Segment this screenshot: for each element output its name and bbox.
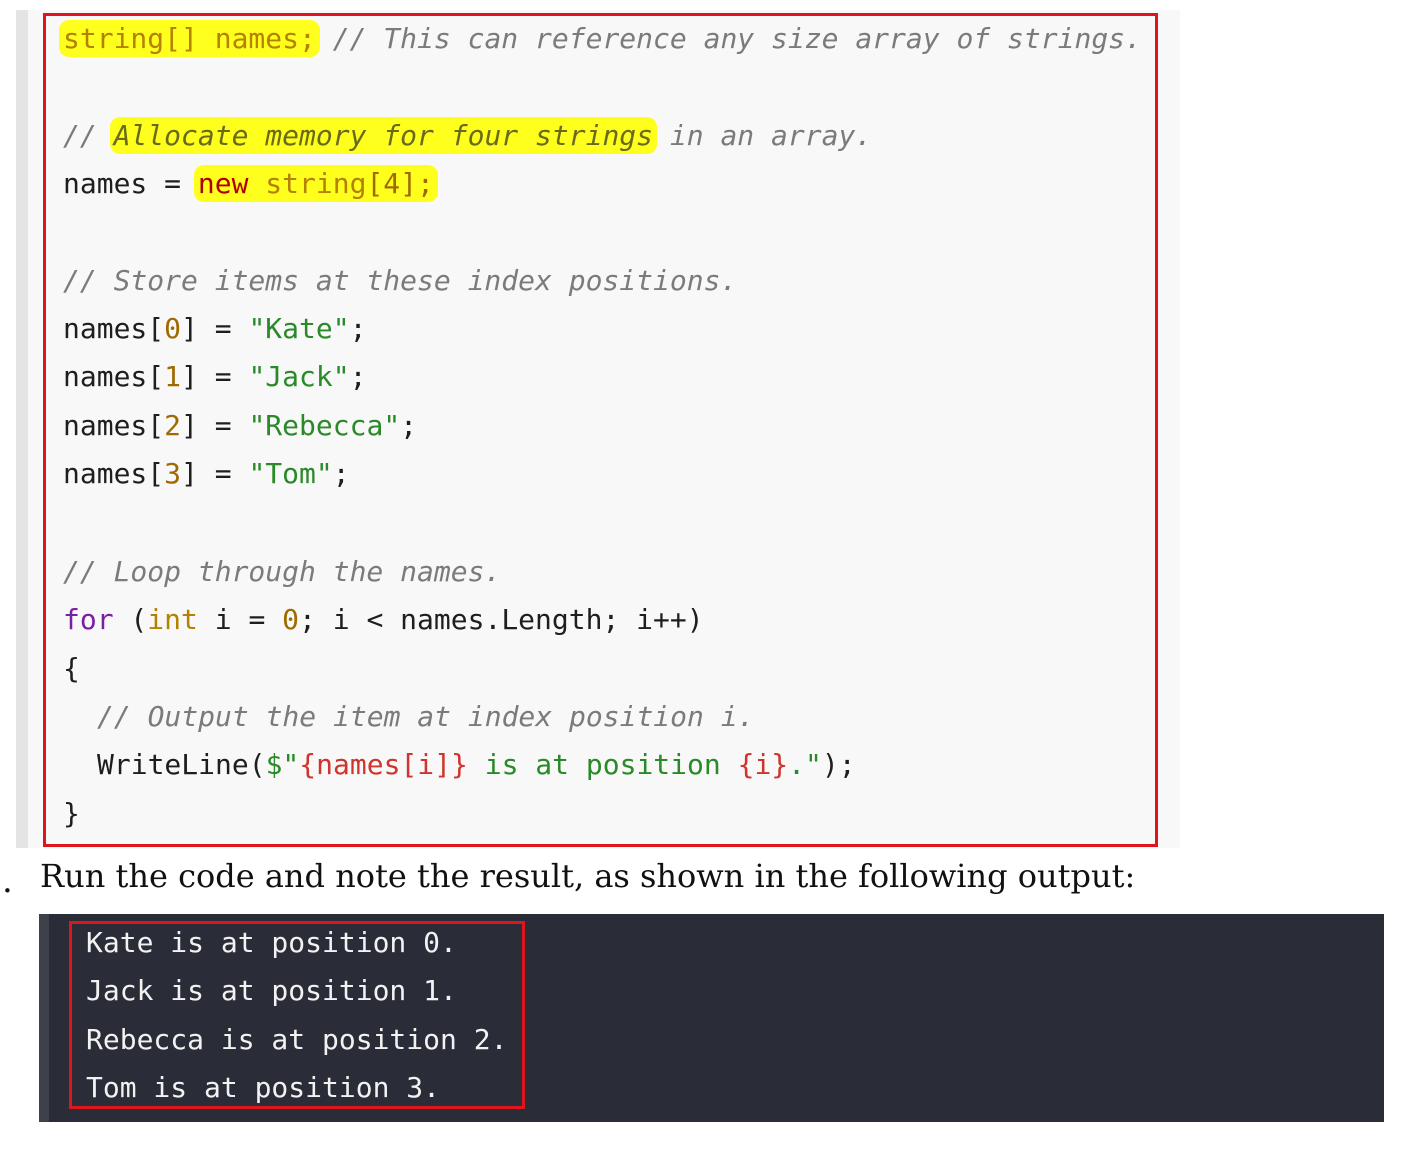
code-line-4: // Store items at these index positions.: [63, 264, 738, 297]
code-line-6: names[1] = "Jack";: [63, 360, 367, 393]
output-line: Rebecca is at position 2.: [86, 1023, 508, 1056]
highlight-declaration: string[] names;: [59, 20, 320, 57]
code-line-14: }: [63, 797, 80, 830]
highlight-allocate-comment: Allocate memory for four strings: [109, 117, 658, 154]
output-line: Jack is at position 1.: [86, 974, 457, 1007]
code-line-9: // Loop through the names.: [63, 555, 502, 588]
output-line: Tom is at position 3.: [86, 1071, 441, 1104]
instruction-text: Run the code and note the result, as sho…: [40, 857, 1136, 895]
highlight-new-array: new string[4];: [193, 165, 438, 202]
code-line-1: string[] names; // This can reference an…: [59, 20, 1142, 57]
code-line-7: names[2] = "Rebecca";: [63, 409, 418, 442]
code-line-8: names[3] = "Tom";: [63, 457, 350, 490]
code-line-3: names = new string[4];: [63, 165, 438, 202]
code-line-10: for (int i = 0; i < names.Length; i++): [63, 603, 704, 636]
code-line-12: // Output the item at index position i.: [97, 700, 755, 733]
code-line-2: // Allocate memory for four strings in a…: [63, 117, 873, 154]
list-marker: .: [2, 861, 13, 901]
code-line-11: {: [63, 652, 80, 685]
code-line-5: names[0] = "Kate";: [63, 312, 367, 345]
code-line-13: WriteLine($"{names[i]} is at position {i…: [97, 748, 856, 781]
output-line: Kate is at position 0.: [86, 926, 457, 959]
